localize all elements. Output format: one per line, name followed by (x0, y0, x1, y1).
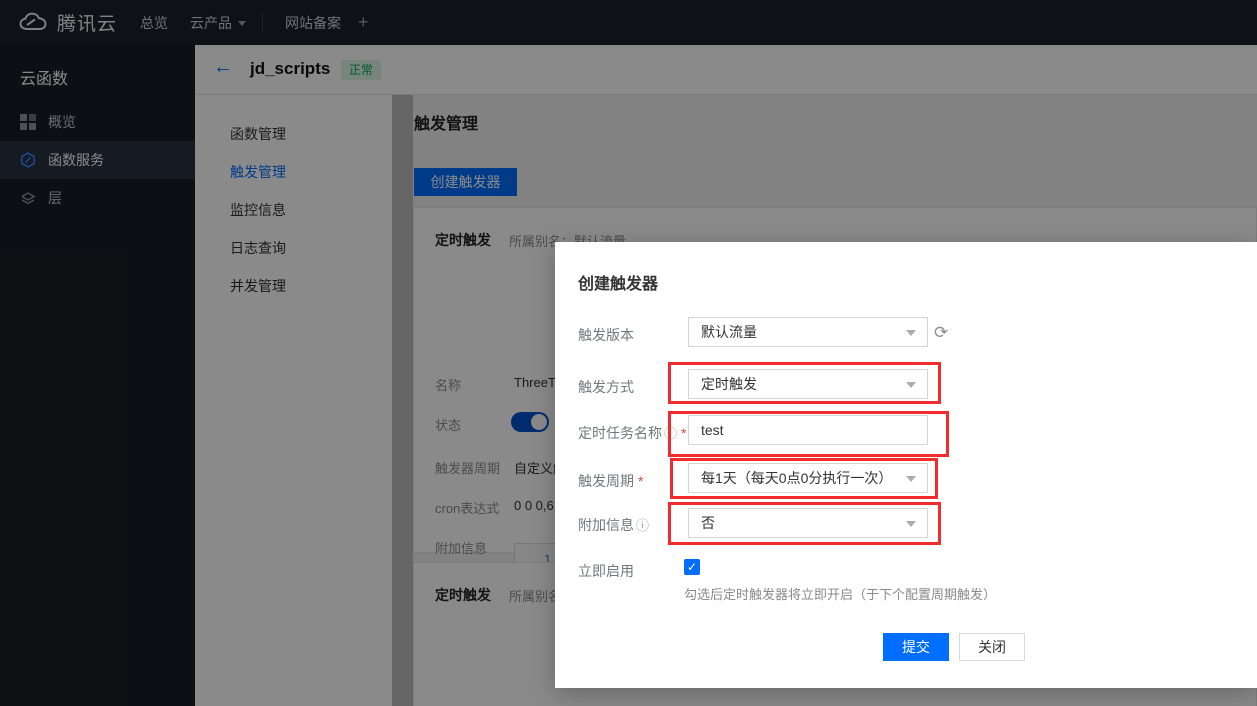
trigger-cycle-select[interactable]: 每1天（每天0点0分执行一次） (688, 463, 928, 493)
refresh-icon[interactable]: ⟳ (934, 323, 948, 343)
enable-now-label: 立即启用 (578, 561, 634, 581)
enable-now-note: 勾选后定时触发器将立即开启（于下个配置周期触发） (684, 584, 996, 603)
close-button[interactable]: 关闭 (959, 633, 1025, 661)
enable-now-checkbox[interactable]: ✓ (684, 559, 700, 575)
chevron-down-icon (906, 382, 916, 388)
trigger-method-select[interactable]: 定时触发 (688, 369, 928, 399)
trigger-method-label: 触发方式 (578, 377, 634, 397)
chevron-down-icon (906, 521, 916, 527)
info-icon: ⓘ (664, 426, 677, 441)
task-name-input[interactable] (688, 415, 928, 445)
modal-title: 创建触发器 (578, 270, 658, 294)
trigger-version-label: 触发版本 (578, 325, 634, 345)
extra-info-label: 附加信息ⓘ (578, 515, 649, 535)
required-asterisk: * (681, 425, 686, 441)
submit-button[interactable]: 提交 (883, 633, 949, 661)
info-icon: ⓘ (636, 518, 649, 533)
chevron-down-icon (906, 330, 916, 336)
screen: 腾讯云 总览 云产品 网站备案 + 云函数 概览 函数服务 (0, 0, 1257, 706)
task-name-label: 定时任务名称ⓘ* (578, 423, 686, 443)
create-trigger-modal: 创建触发器 触发版本 默认流量 ⟳ 触发方式 定时触发 定时任务名称ⓘ* 触发周… (555, 242, 1257, 688)
trigger-cycle-label: 触发周期* (578, 471, 643, 491)
trigger-version-select[interactable]: 默认流量 (688, 317, 928, 347)
chevron-down-icon (906, 476, 916, 482)
extra-info-select[interactable]: 否 (688, 508, 928, 538)
required-asterisk: * (638, 473, 643, 489)
